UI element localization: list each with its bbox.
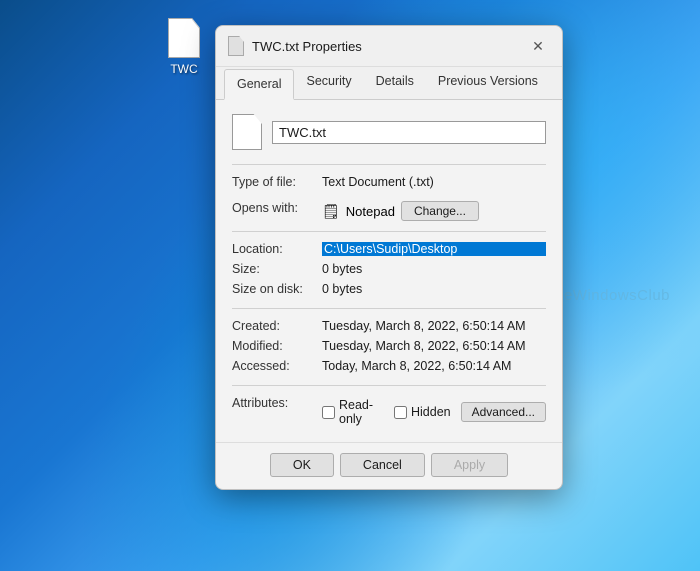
separator-4 <box>232 385 546 386</box>
tab-security[interactable]: Security <box>294 67 363 100</box>
size-on-disk-row: Size on disk: 0 bytes <box>232 280 546 300</box>
notepad-icon: 🗒 <box>322 203 340 220</box>
accessed-row: Accessed: Today, March 8, 2022, 6:50:14 … <box>232 357 546 377</box>
location-row: Location: C:\Users\Sudip\Desktop <box>232 240 546 260</box>
title-bar-file-icon <box>228 36 244 56</box>
cancel-button[interactable]: Cancel <box>340 453 425 477</box>
properties-dialog: TWC.txt Properties ✕ General Security De… <box>215 25 563 490</box>
size-on-disk-value: 0 bytes <box>322 282 546 296</box>
tab-previous-versions[interactable]: Previous Versions <box>426 67 550 100</box>
opens-label: Opens with: <box>232 201 322 215</box>
opens-with-value: 🗒 Notepad Change... <box>322 201 479 221</box>
title-bar: TWC.txt Properties ✕ <box>216 26 562 67</box>
readonly-checkbox[interactable] <box>322 406 335 419</box>
tab-general[interactable]: General <box>224 69 294 100</box>
desktop-icon-label: TWC <box>170 62 197 76</box>
attributes-label: Attributes: <box>232 396 322 410</box>
size-label: Size: <box>232 262 322 276</box>
opens-app: Notepad <box>346 204 395 219</box>
opens-with-row: Opens with: 🗒 Notepad Change... <box>232 199 546 223</box>
created-row: Created: Tuesday, March 8, 2022, 6:50:14… <box>232 317 546 337</box>
attributes-row: Attributes: Read-only Hidden Advanced... <box>232 394 546 428</box>
filename-input[interactable] <box>272 121 546 144</box>
accessed-label: Accessed: <box>232 359 322 373</box>
created-label: Created: <box>232 319 322 333</box>
apply-button[interactable]: Apply <box>431 453 508 477</box>
accessed-value: Today, March 8, 2022, 6:50:14 AM <box>322 359 546 373</box>
readonly-checkbox-label[interactable]: Read-only <box>322 398 384 426</box>
advanced-button[interactable]: Advanced... <box>461 402 546 422</box>
separator-2 <box>232 231 546 232</box>
modified-label: Modified: <box>232 339 322 353</box>
dialog-title: TWC.txt Properties <box>252 39 362 54</box>
ok-button[interactable]: OK <box>270 453 334 477</box>
separator-3 <box>232 308 546 309</box>
type-label: Type of file: <box>232 175 322 189</box>
hidden-checkbox-label[interactable]: Hidden <box>394 405 451 419</box>
file-icon <box>168 18 200 58</box>
size-value: 0 bytes <box>322 262 546 276</box>
dialog-footer: OK Cancel Apply <box>216 442 562 489</box>
attributes-controls: Read-only Hidden Advanced... <box>322 398 546 426</box>
size-on-disk-label: Size on disk: <box>232 282 322 296</box>
title-bar-left: TWC.txt Properties <box>228 36 362 56</box>
close-button[interactable]: ✕ <box>526 34 550 58</box>
size-row: Size: 0 bytes <box>232 260 546 280</box>
type-row: Type of file: Text Document (.txt) <box>232 173 546 193</box>
modified-row: Modified: Tuesday, March 8, 2022, 6:50:1… <box>232 337 546 357</box>
tab-details[interactable]: Details <box>364 67 426 100</box>
tab-bar: General Security Details Previous Versio… <box>216 67 562 100</box>
separator-1 <box>232 164 546 165</box>
readonly-label: Read-only <box>339 398 384 426</box>
filename-row <box>232 114 546 150</box>
dialog-content: Type of file: Text Document (.txt) Opens… <box>216 100 562 442</box>
created-value: Tuesday, March 8, 2022, 6:50:14 AM <box>322 319 546 333</box>
modified-value: Tuesday, March 8, 2022, 6:50:14 AM <box>322 339 546 353</box>
location-value: C:\Users\Sudip\Desktop <box>322 242 546 256</box>
location-label: Location: <box>232 242 322 256</box>
file-icon-large <box>232 114 262 150</box>
desktop-icon[interactable]: TWC <box>168 18 200 76</box>
hidden-label: Hidden <box>411 405 451 419</box>
type-value: Text Document (.txt) <box>322 175 546 189</box>
hidden-checkbox[interactable] <box>394 406 407 419</box>
type-section: Type of file: Text Document (.txt) <box>232 173 546 193</box>
change-button[interactable]: Change... <box>401 201 479 221</box>
